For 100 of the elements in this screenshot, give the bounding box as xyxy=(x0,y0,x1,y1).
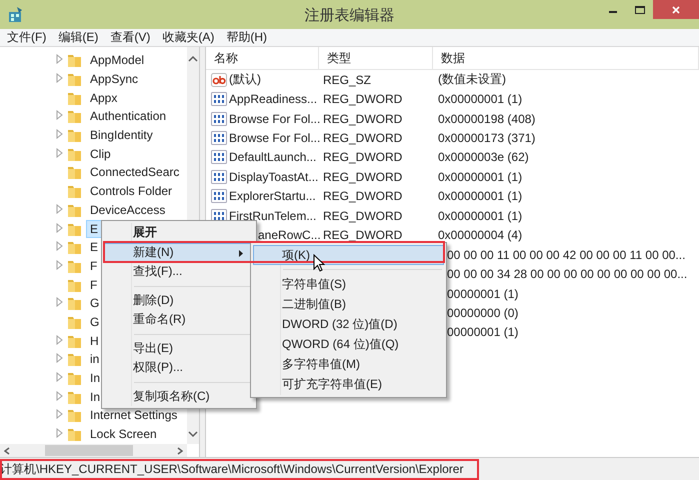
tree-item[interactable]: In xyxy=(86,369,104,388)
value-data: 0x00000198 (408) xyxy=(438,112,536,126)
value-name: AppReadiness... xyxy=(229,92,318,106)
value-type: REG_SZ xyxy=(323,72,372,87)
window-title: 注册表编辑器 xyxy=(304,6,394,25)
menu-item[interactable]: 文件(F) xyxy=(3,29,50,46)
tree-item[interactable]: BingIdentity xyxy=(86,126,157,144)
cursor-icon xyxy=(313,254,325,272)
expand-arrow-icon xyxy=(56,54,63,64)
value-data: 00000000 (0) xyxy=(447,306,518,320)
tree-item[interactable]: in xyxy=(86,350,104,368)
expand-arrow-icon xyxy=(56,204,63,214)
column-header[interactable]: 数据 xyxy=(433,47,699,69)
menu-item[interactable]: 展开 xyxy=(104,223,254,243)
value-type: REG_DWORD xyxy=(323,170,402,184)
value-type: REG_DWORD xyxy=(323,112,402,126)
tree-item[interactable]: AppModel xyxy=(86,51,148,70)
menu-item[interactable]: 权限(P)... xyxy=(104,358,254,378)
value-data: 00000001 (1) xyxy=(447,325,518,340)
column-header[interactable]: 类型 xyxy=(319,47,433,69)
tree-item[interactable]: Controls Folder xyxy=(86,182,176,200)
binary-value-icon xyxy=(211,168,227,185)
menu-item[interactable]: QWORD (64 位)值(Q) xyxy=(253,334,444,355)
tree-item[interactable]: AppSync xyxy=(86,70,142,88)
menu-item[interactable]: 二进制值(B) xyxy=(253,294,444,314)
value-data: 0x00000001 (1) xyxy=(438,170,522,184)
expand-arrow-icon xyxy=(56,372,63,382)
menu-item[interactable]: 可扩充字符串值(E) xyxy=(253,374,444,396)
column-header[interactable]: 名称 xyxy=(206,47,319,69)
tree-item[interactable]: F xyxy=(86,276,102,294)
tree-item[interactable]: In xyxy=(86,388,104,406)
expand-arrow-icon xyxy=(56,390,63,401)
value-name: FirstRunTelem... xyxy=(229,208,316,223)
menu-item[interactable]: 复制项名称(C) xyxy=(104,386,254,406)
menu-item[interactable]: 多字符串值(M) xyxy=(253,354,444,375)
expand-arrow-icon xyxy=(56,129,63,140)
expand-arrow-icon xyxy=(56,409,63,420)
folder-icon xyxy=(67,351,82,368)
value-type: REG_DWORD xyxy=(323,189,402,204)
value-data: 0x00000001 (1) xyxy=(438,189,522,204)
menu-item[interactable]: 删除(D) xyxy=(104,290,254,310)
tree-item[interactable]: DeviceAccess xyxy=(86,200,170,219)
tree-item[interactable]: Clip xyxy=(86,144,115,163)
value-name: DisplayToastAt... xyxy=(229,170,318,184)
value-name: DefaultLaunch... xyxy=(229,150,316,164)
folder-icon xyxy=(67,127,82,144)
expand-arrow-icon xyxy=(56,428,63,438)
close-icon xyxy=(672,6,680,14)
value-name: Browse For Fol... xyxy=(229,112,320,126)
menu-item[interactable]: 重命名(R) xyxy=(104,310,254,330)
menu-item[interactable]: 收藏夹(A) xyxy=(158,29,218,46)
folder-icon xyxy=(67,370,82,386)
value-type: REG_DWORD xyxy=(323,150,402,164)
expand-arrow-icon xyxy=(56,334,63,345)
tree-item[interactable]: Lock Screen xyxy=(86,425,161,444)
tree-item[interactable]: G xyxy=(86,294,104,312)
value-type: REG_DWORD xyxy=(323,131,402,146)
folder-icon xyxy=(67,108,82,124)
menu-item[interactable]: 导出(E) xyxy=(104,338,254,358)
menu-item[interactable]: 字符串值(S) xyxy=(253,274,444,294)
value-data: 0x00000173 (371) xyxy=(438,131,536,146)
value-data: (数值未设置) xyxy=(438,72,506,86)
expand-arrow-icon xyxy=(56,297,63,308)
scroll-down-icon xyxy=(188,430,198,438)
tree-item[interactable]: Internet Settings xyxy=(86,406,182,424)
tree-item[interactable]: E xyxy=(86,238,102,256)
value-name: ExplorerStartu... xyxy=(229,189,316,204)
folder-icon xyxy=(67,407,82,424)
tree-item[interactable]: H xyxy=(86,332,103,350)
menu-item[interactable]: 帮助(H) xyxy=(222,29,271,46)
folder-icon xyxy=(67,426,82,442)
expand-arrow-icon xyxy=(56,260,63,270)
value-data: 0x00000001 (1) xyxy=(438,208,522,223)
value-name: Browse For Fol... xyxy=(229,131,320,146)
tree-item[interactable]: E xyxy=(86,220,102,238)
tree-item[interactable]: ConnectedSearc xyxy=(86,163,184,182)
string-value-icon xyxy=(211,72,227,88)
binary-value-icon xyxy=(211,188,227,204)
close-button[interactable] xyxy=(653,0,699,19)
tree-item[interactable]: F xyxy=(86,256,102,275)
menu-item[interactable]: 编辑(E) xyxy=(54,29,102,46)
scroll-up-icon xyxy=(188,55,198,63)
menu-item[interactable]: DWORD (32 位)值(D) xyxy=(253,314,444,335)
tree-item[interactable]: G xyxy=(86,312,104,331)
folder-icon xyxy=(67,295,82,312)
value-type: REG_DWORD xyxy=(323,208,402,223)
binary-value-icon xyxy=(211,91,227,108)
tree-item[interactable]: Appx xyxy=(86,88,122,107)
expand-arrow-icon xyxy=(56,353,63,364)
menu-item[interactable]: 查看(V) xyxy=(106,29,154,46)
binary-value-icon xyxy=(211,130,227,146)
value-type: REG_DWORD xyxy=(323,228,402,242)
folder-icon xyxy=(67,164,82,180)
menu-item[interactable]: 查找(F)... xyxy=(104,262,254,282)
value-data: 0x0000003e (62) xyxy=(438,150,529,164)
expand-arrow-icon xyxy=(56,110,63,120)
tree-item[interactable]: Authentication xyxy=(86,107,170,126)
value-name: aneRowC... xyxy=(258,228,321,242)
folder-icon xyxy=(67,239,82,256)
scrollbar-thumb[interactable] xyxy=(45,445,133,456)
